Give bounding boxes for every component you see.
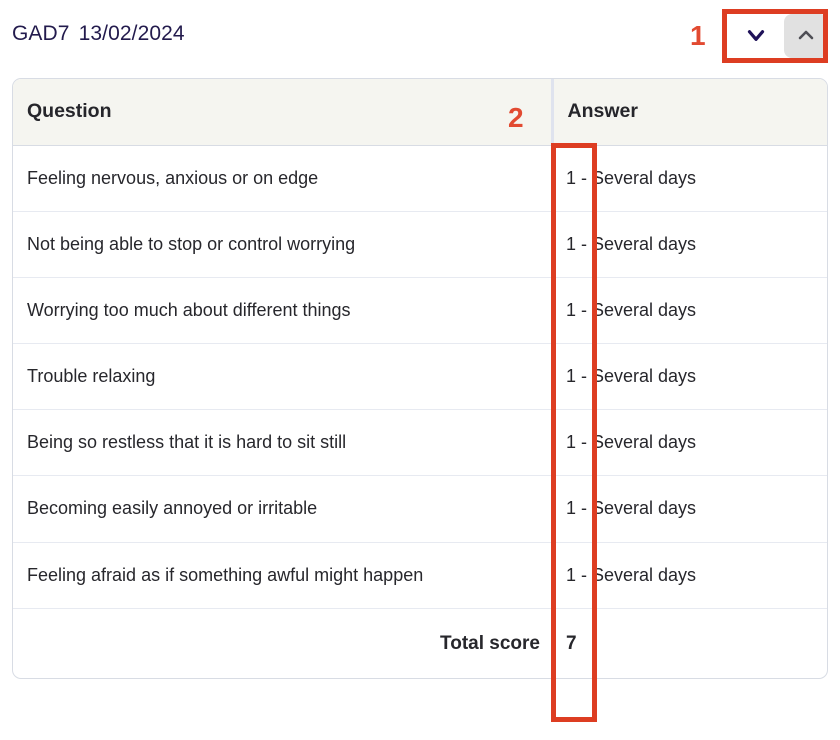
question-text: Being so restless that it is hard to sit…: [13, 409, 552, 477]
answer-text: 1 - Several days: [552, 542, 827, 609]
questionnaire-card: Question Answer Feeling nervous, anxious…: [12, 78, 828, 680]
table-row: Becoming easily annoyed or irritable 1 -…: [13, 475, 827, 543]
table-row: Not being able to stop or control worryi…: [13, 211, 827, 279]
total-score-row: Total score 7: [13, 608, 827, 678]
table-body: Feeling nervous, anxious or on edge 1 - …: [13, 145, 827, 679]
answer-text: 1 - Several days: [552, 145, 827, 213]
question-text: Not being able to stop or control worryi…: [13, 211, 552, 279]
question-text: Feeling afraid as if something awful mig…: [13, 542, 552, 609]
column-header-answer: Answer: [550, 79, 827, 146]
table-header-row: Question Answer: [13, 79, 827, 146]
page-title: GAD7 13/02/2024: [12, 22, 185, 46]
collapse-button[interactable]: [734, 14, 778, 58]
total-score-label: Total score: [440, 632, 540, 654]
column-header-question: Question: [13, 79, 552, 146]
question-text: Worrying too much about different things: [13, 277, 552, 345]
question-text: Feeling nervous, anxious or on edge: [13, 145, 552, 213]
chevron-up-icon: [794, 23, 818, 50]
assessment-code: GAD7: [12, 22, 70, 45]
total-score-value: 7: [566, 632, 577, 654]
chevron-down-icon: [743, 22, 769, 51]
answer-text: 1 - Several days: [552, 343, 827, 411]
assessment-date: 13/02/2024: [78, 22, 185, 45]
questionnaire-table: Question Answer Feeling nervous, anxious…: [13, 79, 827, 678]
assessment-header-bar: GAD7 13/02/2024: [0, 0, 840, 78]
table-row: Being so restless that it is hard to sit…: [13, 409, 827, 477]
table-row: Feeling nervous, anxious or on edge 1 - …: [13, 145, 827, 213]
answer-text: 1 - Several days: [552, 409, 827, 477]
answer-text: 1 - Several days: [552, 475, 827, 543]
expand-button[interactable]: [784, 14, 828, 58]
table-row: Trouble relaxing 1 - Several days: [13, 343, 827, 411]
collapse-expand-controls: [734, 14, 828, 58]
answer-text: 1 - Several days: [552, 211, 827, 279]
table-row: Worrying too much about different things…: [13, 277, 827, 345]
table-row: Feeling afraid as if something awful mig…: [13, 542, 827, 609]
question-text: Trouble relaxing: [13, 343, 552, 411]
answer-text: 1 - Several days: [552, 277, 827, 345]
question-text: Becoming easily annoyed or irritable: [13, 475, 552, 543]
table-header: Question Answer: [13, 79, 827, 146]
